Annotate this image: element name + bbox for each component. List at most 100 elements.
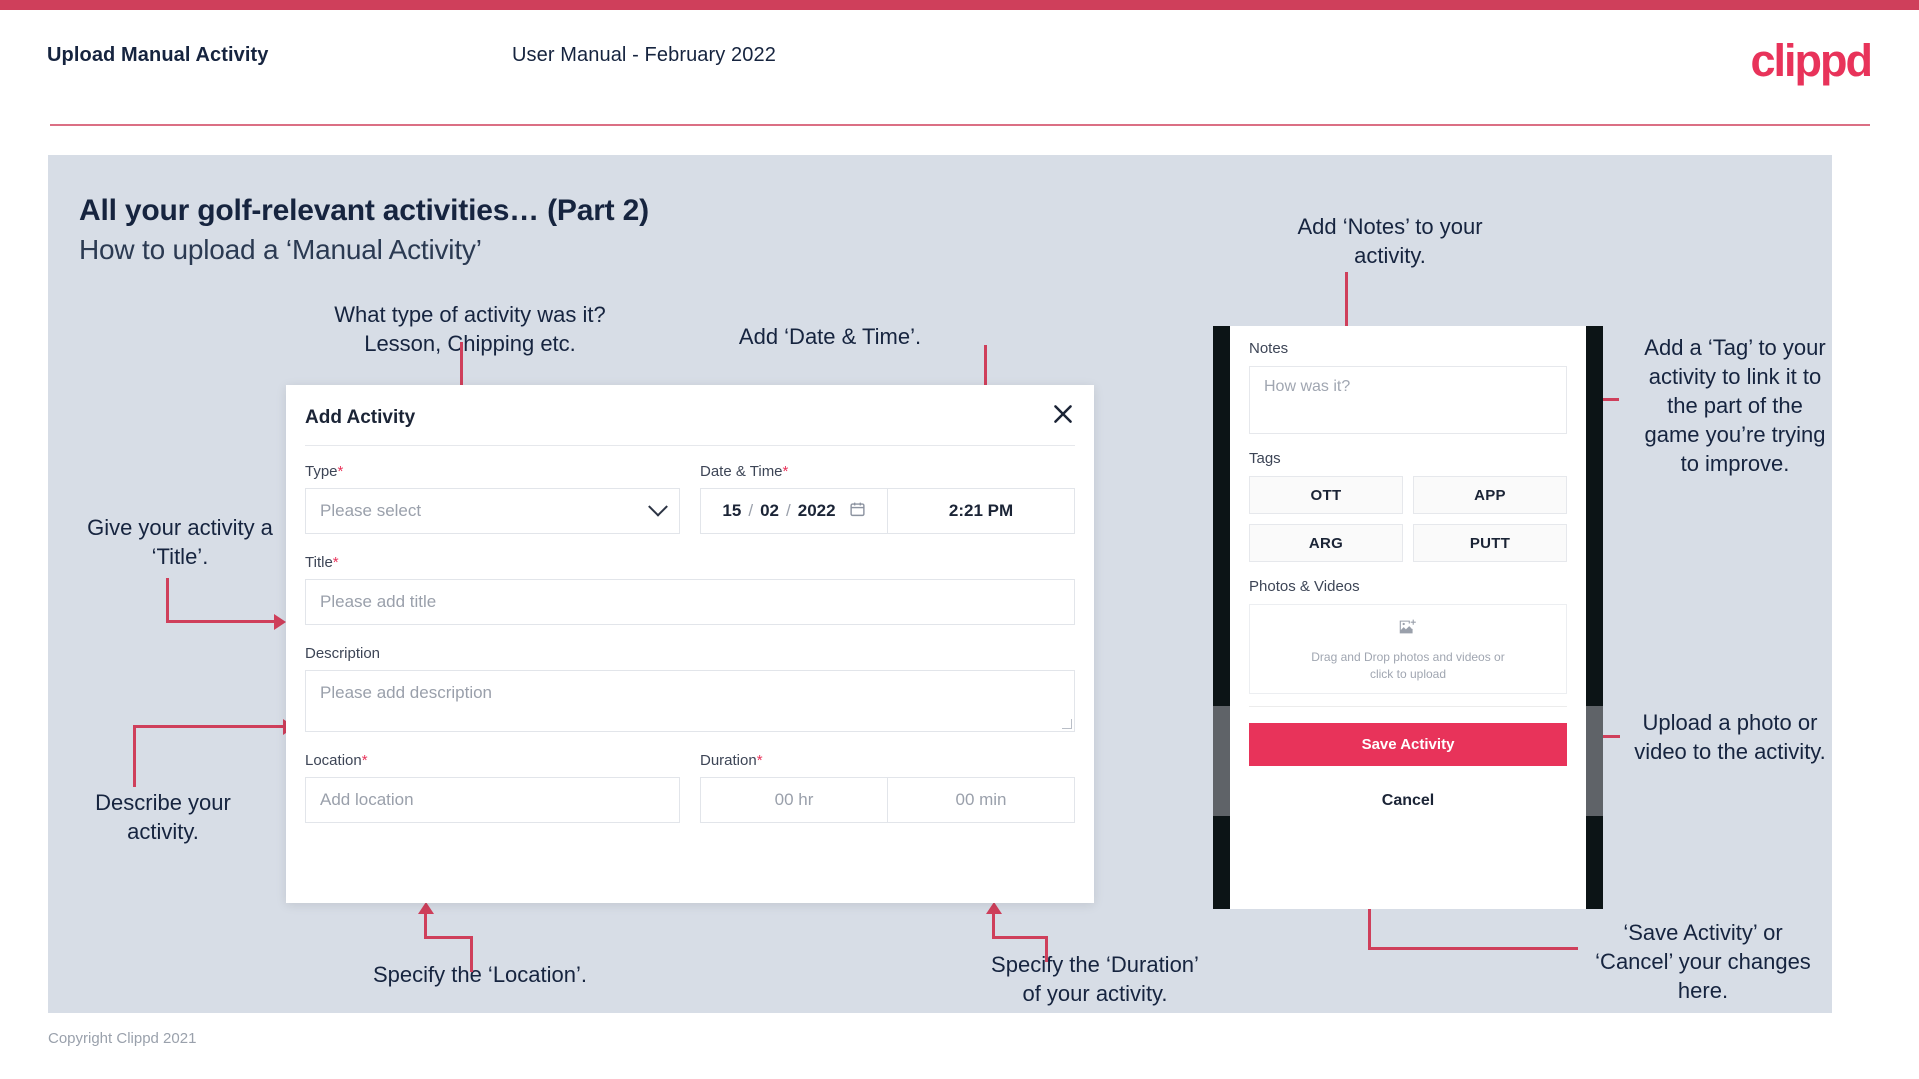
arrow-location-seg1 [470,938,473,972]
description-textarea[interactable]: Please add description [305,670,1075,732]
duration-hours-input[interactable]: 00 hr [701,778,888,822]
row-type-datetime: Type* Please select Date & Time* 15 / 02… [305,463,1075,534]
location-placeholder: Add location [320,790,414,809]
add-activity-dialog: Add Activity Type* Please select Date & … [286,385,1094,903]
save-activity-button[interactable]: Save Activity [1249,723,1567,766]
dialog-header: Add Activity [286,385,1094,445]
title-input[interactable]: Please add title [305,579,1075,625]
footer-copyright: Copyright Clippd 2021 [48,1030,197,1047]
date-month: 02 [760,501,779,520]
duration-input-group: 00 hr 00 min [700,777,1075,823]
time-input[interactable]: 2:21 PM [888,489,1074,533]
calendar-icon[interactable] [849,500,866,523]
title-label-text: Title [305,554,333,571]
top-accent-bar [0,0,1919,10]
datetime-label-text: Date & Time [700,463,783,480]
phone-spacer-2 [1249,562,1567,578]
datetime-required-asterisk: * [782,463,789,480]
arrow-title-seg2 [166,620,276,623]
date-input[interactable]: 15 / 02 / 2022 [701,489,888,533]
type-placeholder: Please select [320,501,422,520]
annotation-description: Describe your activity. [95,790,231,844]
field-location: Location* Add location [305,752,680,823]
slide-page: Upload Manual Activity User Manual - Feb… [0,0,1919,1079]
annotation-location: Specify the ‘Location’. [372,962,588,987]
tag-putt-button[interactable]: PUTT [1413,524,1567,562]
duration-label: Duration* [700,752,1075,769]
location-input[interactable]: Add location [305,777,680,823]
phone-bezel-right [1586,326,1603,909]
photo-dropzone[interactable]: Drag and Drop photos and videos or click… [1249,604,1567,694]
field-description: Description Please add description [305,645,1075,732]
tag-ott-button[interactable]: OTT [1249,476,1403,514]
cancel-button[interactable]: Cancel [1249,792,1567,810]
arrow-title-head [274,614,286,630]
annotation-type: What type of activity was it? Lesson, Ch… [334,302,606,356]
arrow-duration-seg2 [992,936,1048,939]
field-title: Title* Please add title [305,554,1075,625]
phone-spacer-1 [1249,434,1567,450]
header-center-title: User Manual - February 2022 [512,44,776,66]
annotation-duration: Specify the ‘Duration’ of your activity. [991,952,1199,1006]
page-title: All your golf-relevant activities… (Part… [79,194,649,227]
arrow-save-seg1 [1368,947,1578,950]
datetime-label: Date & Time* [700,463,1075,480]
chevron-down-icon [648,496,668,517]
field-duration: Duration* 00 hr 00 min [700,752,1075,823]
type-label: Type* [305,463,680,480]
arrow-location-seg3 [424,913,427,939]
phone-mockup: Notes How was it? Tags OTT APP ARG PUTT … [1213,326,1603,909]
tag-app-button[interactable]: APP [1413,476,1567,514]
phone-bezel-left [1213,326,1230,909]
arrow-duration-head [986,902,1002,914]
tags-label: Tags [1249,450,1281,467]
phone-power-button-right [1586,706,1603,816]
field-datetime: Date & Time* 15 / 02 / 2022 2:21 PM [700,463,1075,534]
dropzone-text: Drag and Drop photos and videos or click… [1311,649,1505,681]
close-icon[interactable] [1050,401,1076,427]
clippd-logo: clippd [1750,35,1873,86]
phone-spacer-3 [1249,707,1567,723]
datetime-input-group: 15 / 02 / 2022 2:21 PM [700,488,1075,534]
field-type: Type* Please select [305,463,680,534]
date-year: 2022 [797,501,836,520]
title-label: Title* [305,554,1075,571]
arrow-description-seg1 [133,725,136,787]
description-placeholder: Please add description [320,683,493,702]
arrow-notes-seg1 [1345,272,1348,332]
location-label-text: Location [305,752,362,769]
location-label: Location* [305,752,680,769]
duration-minutes-input[interactable]: 00 min [888,778,1074,822]
phone-volume-button-left [1213,706,1230,816]
phone-content: Notes How was it? Tags OTT APP ARG PUTT … [1230,326,1586,810]
annotation-datetime: Add ‘Date & Time’. [738,324,922,349]
title-required-asterisk: * [332,554,339,571]
date-sep-2: / [786,501,791,520]
row-location-duration: Location* Add location Duration* 00 hr 0… [305,752,1075,823]
arrow-location-head [418,902,434,914]
duration-label-text: Duration [700,752,757,769]
annotation-save: ‘Save Activity’ or ‘Cancel’ your changes… [1595,920,1811,1003]
tag-arg-button[interactable]: ARG [1249,524,1403,562]
duration-required-asterisk: * [756,752,763,769]
dialog-body: Type* Please select Date & Time* 15 / 02… [305,463,1075,823]
phone-screen: Notes How was it? Tags OTT APP ARG PUTT … [1230,326,1586,909]
page-subtitle: How to upload a ‘Manual Activity’ [79,234,482,265]
date-day: 15 [722,501,742,520]
dialog-divider [305,445,1075,446]
type-select[interactable]: Please select [305,488,680,534]
dialog-title: Add Activity [305,407,416,428]
location-required-asterisk: * [361,752,368,769]
photos-label: Photos & Videos [1249,578,1360,595]
annotation-tags: Add a ‘Tag’ to your activity to link it … [1644,335,1826,476]
arrow-duration-seg3 [992,913,995,939]
resize-handle-icon[interactable] [1062,719,1072,729]
description-label: Description [305,645,381,662]
add-image-icon [1397,616,1419,643]
notes-placeholder: How was it? [1264,378,1351,395]
annotation-upload: Upload a photo or video to the activity. [1634,710,1826,764]
arrow-location-seg2 [424,936,473,939]
notes-textarea[interactable]: How was it? [1249,366,1567,434]
